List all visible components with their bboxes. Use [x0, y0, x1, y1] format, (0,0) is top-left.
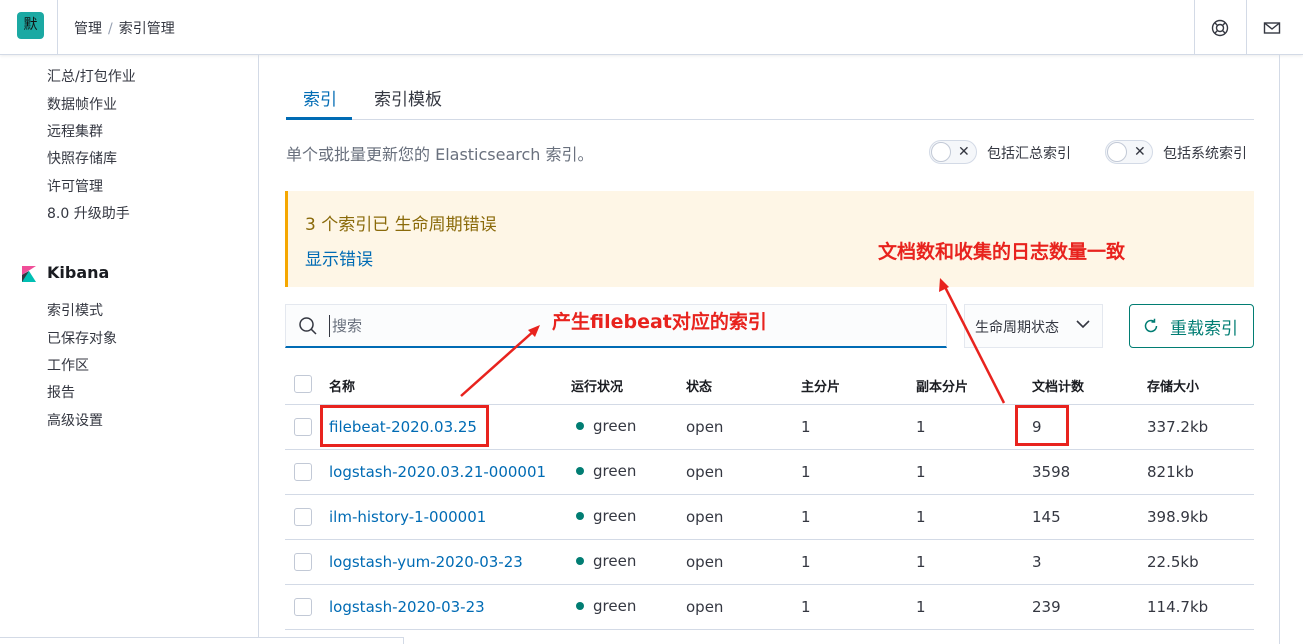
browser-status-bar — [0, 637, 404, 644]
arrow-to-count-note — [942, 284, 1006, 404]
annotation-index-note: 产生filebeat对应的索引 — [552, 311, 767, 333]
annotation-count-note: 文档数和收集的日志数量一致 — [878, 241, 1126, 263]
arrow-to-index-note — [460, 329, 536, 397]
